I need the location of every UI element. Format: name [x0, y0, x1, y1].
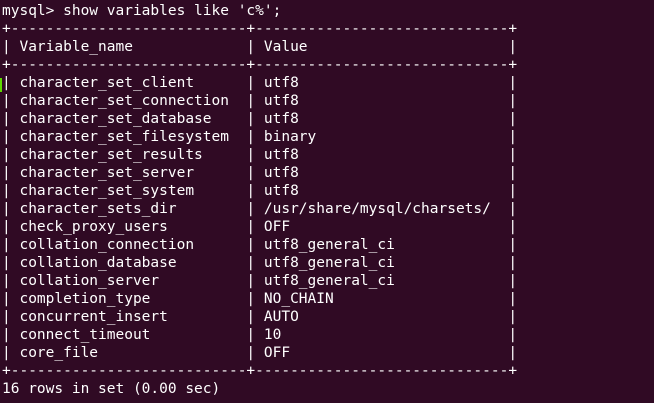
table-row: | character_set_database | utf8 | — [2, 111, 518, 127]
table-row: | character_set_connection | utf8 | — [2, 93, 518, 109]
terminal-window[interactable]: mysql> show variables like 'c%'; +------… — [0, 0, 654, 403]
table-row: | connect_timeout | 10 | — [2, 327, 518, 343]
table-row: | character_set_results | utf8 | — [2, 147, 518, 163]
table-border-header: +---------------------------+-----------… — [2, 57, 518, 73]
table-row: | character_set_server | utf8 | — [2, 165, 518, 181]
prompt-command-line: mysql> show variables like 'c%'; — [2, 3, 282, 19]
table-row: | collation_database | utf8_general_ci | — [2, 255, 518, 271]
result-status-line: 16 rows in set (0.00 sec) — [2, 381, 221, 397]
table-row: | completion_type | NO_CHAIN | — [2, 291, 518, 307]
table-row: | character_set_system | utf8 | — [2, 183, 518, 199]
table-row: | check_proxy_users | OFF | — [2, 219, 518, 235]
table-row: | core_file | OFF | — [2, 345, 518, 361]
table-row: | concurrent_insert | AUTO | — [2, 309, 518, 325]
table-row: | character_sets_dir | /usr/share/mysql/… — [2, 201, 518, 217]
table-border-top: +---------------------------+-----------… — [2, 21, 518, 37]
left-edge-marker — [0, 78, 2, 92]
table-row: | character_set_filesystem | binary | — [2, 129, 518, 145]
table-row: | collation_server | utf8_general_ci | — [2, 273, 518, 289]
table-header-row: | Variable_name | Value | — [2, 39, 518, 55]
table-row: | character_set_client | utf8 | — [2, 75, 518, 91]
table-row: | collation_connection | utf8_general_ci… — [2, 237, 518, 253]
table-border-bottom: +---------------------------+-----------… — [2, 363, 518, 379]
